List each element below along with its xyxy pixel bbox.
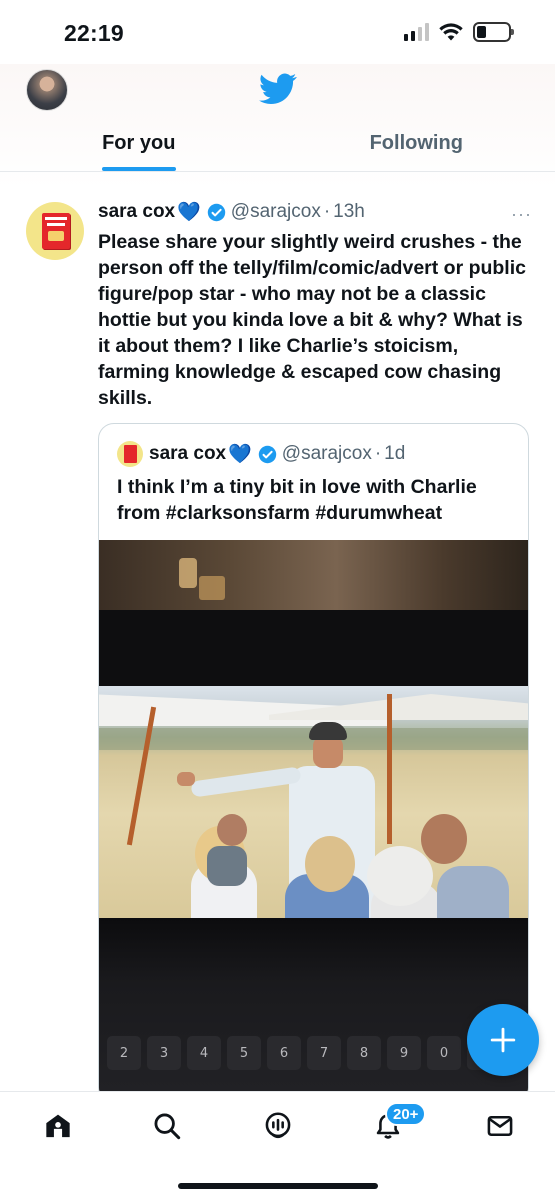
status-icons — [404, 22, 514, 42]
messages-icon — [487, 1115, 513, 1137]
timeline-tabs: For you Following — [0, 116, 555, 172]
verified-badge-icon — [207, 203, 226, 221]
author-avatar[interactable] — [26, 202, 84, 260]
active-tab-indicator — [101, 167, 176, 171]
photo-laptop-screen — [99, 686, 528, 918]
photo-background-room — [99, 540, 528, 610]
tweet-header: sara cox 💙 @sarajcox · 13h — [98, 200, 530, 224]
tweet-body: sara cox 💙 @sarajcox · 13h ··· Please sh… — [98, 200, 532, 411]
nav-home[interactable] — [38, 1110, 78, 1142]
nav-spaces[interactable] — [258, 1110, 298, 1142]
quoted-tweet-photo[interactable]: 234567890- — [99, 540, 528, 1102]
separator-dot: · — [374, 443, 382, 464]
tab-for-you-label: For you — [102, 132, 176, 154]
twitter-bird-icon[interactable] — [259, 72, 297, 106]
quoted-author-handle: @sarajcox — [281, 443, 372, 464]
nav-messages[interactable] — [480, 1110, 520, 1142]
blue-heart-emoji: 💙 — [228, 444, 252, 465]
blue-heart-emoji: 💙 — [177, 202, 201, 223]
more-options-icon[interactable]: ··· — [511, 204, 532, 225]
quoted-author-name: sara cox — [149, 443, 227, 464]
compose-button[interactable] — [467, 1004, 539, 1076]
book-cover-image — [42, 213, 70, 249]
wifi-icon — [439, 23, 463, 41]
tab-for-you[interactable]: For you — [0, 116, 278, 171]
spaces-icon — [265, 1112, 291, 1139]
header: For you Following — [0, 64, 555, 188]
quoted-tweet-header: sara cox 💙 @sarajcox · 1d — [117, 441, 405, 467]
search-icon — [154, 1113, 181, 1140]
tab-following[interactable]: Following — [278, 116, 555, 171]
author-handle[interactable]: @sarajcox — [231, 201, 321, 223]
status-time: 22:19 — [64, 20, 124, 46]
signal-icon — [404, 23, 429, 41]
photo-laptop-bezel — [99, 610, 528, 686]
photo-laptop-keyboard: 234567890- — [99, 918, 528, 1102]
separator-dot: · — [323, 201, 331, 222]
quoted-tweet-text: I think I’m a tiny bit in love with Char… — [117, 476, 477, 524]
tab-following-label: Following — [369, 132, 463, 154]
battery-icon — [473, 22, 514, 42]
notifications-badge: 20+ — [385, 1102, 427, 1126]
quoted-author-avatar — [117, 441, 143, 467]
author-name[interactable]: sara cox — [98, 201, 175, 223]
profile-avatar[interactable] — [26, 69, 68, 111]
verified-badge-icon — [258, 445, 277, 463]
tweet-text: Please share your slightly weird crushes… — [98, 231, 526, 409]
nav-search[interactable] — [147, 1110, 187, 1142]
tweet-time[interactable]: 13h — [333, 201, 365, 223]
compose-plus-icon — [490, 1027, 516, 1053]
quoted-tweet-time: 1d — [384, 443, 406, 464]
quoted-tweet[interactable]: sara cox 💙 @sarajcox · 1d I think I’m a … — [98, 423, 529, 1103]
home-icon — [46, 1114, 70, 1138]
home-indicator — [178, 1183, 378, 1189]
status-bar: 22:19 — [0, 0, 555, 64]
